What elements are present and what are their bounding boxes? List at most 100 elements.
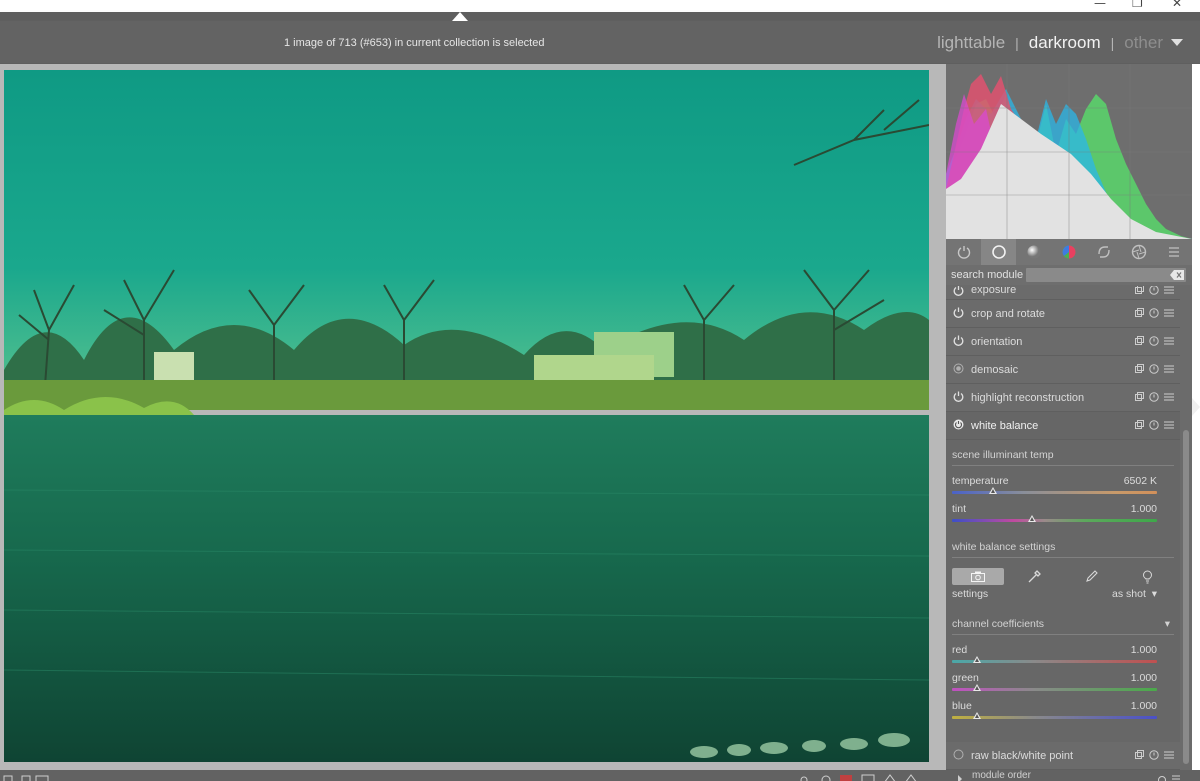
temperature-track	[952, 491, 1157, 494]
search-module-label: search module	[951, 269, 1024, 281]
blue-knob[interactable]	[972, 712, 981, 719]
view-separator: |	[1015, 35, 1019, 51]
section-scene-illuminant: scene illuminant temp	[952, 449, 1174, 466]
module-crop-and-rotate[interactable]: crop and rotate	[946, 300, 1180, 328]
temperature-knob[interactable]	[989, 487, 997, 494]
minimize-icon[interactable]: —	[1094, 0, 1106, 10]
module-header-icons	[1135, 308, 1174, 318]
camera-reference-button[interactable]	[1122, 568, 1174, 585]
maximize-icon[interactable]: ❐	[1132, 0, 1143, 10]
presets-menu-icon[interactable]	[1164, 308, 1174, 318]
module-name: orientation	[971, 336, 1023, 348]
power-icon[interactable]	[953, 286, 964, 296]
always-on-icon	[953, 749, 964, 760]
green-slider[interactable]: green 1.000	[952, 672, 1157, 698]
aperture-icon	[1132, 244, 1147, 260]
settings-value: as shot ▾	[1112, 588, 1157, 600]
section-channel-coefficients[interactable]: channel coefficients ▾	[952, 618, 1174, 635]
tab-correct-modules[interactable]	[1087, 239, 1122, 265]
reset-icon[interactable]	[1149, 336, 1159, 346]
user-modified-button[interactable]	[1065, 568, 1117, 585]
temperature-slider[interactable]: temperature 6502 K	[952, 475, 1157, 501]
blue-slider[interactable]: blue 1.000	[952, 700, 1157, 726]
presets-menu-icon[interactable]	[1164, 336, 1174, 346]
multi-instance-icon[interactable]	[1135, 750, 1144, 759]
always-on-icon	[953, 363, 964, 374]
multi-instance-icon[interactable]	[1135, 286, 1144, 294]
reset-icon[interactable]	[1149, 392, 1159, 402]
module-exposure[interactable]: exposure	[946, 286, 1180, 300]
multi-instance-icon[interactable]	[1135, 336, 1144, 345]
green-track	[952, 688, 1157, 691]
tint-slider[interactable]: tint 1.000	[952, 503, 1157, 529]
tab-active-modules[interactable]	[946, 239, 981, 265]
reset-icon[interactable]	[1149, 308, 1159, 318]
menu-icon	[1169, 247, 1180, 257]
green-knob[interactable]	[972, 684, 981, 691]
tab-base-modules[interactable]	[981, 239, 1017, 265]
multi-instance-icon[interactable]	[1135, 364, 1144, 373]
presets-menu-icon[interactable]	[1164, 392, 1174, 402]
right-panel: search module exposure crop and rotate o…	[946, 64, 1192, 770]
green-value: 1.000	[1130, 672, 1157, 684]
tab-presets-menu[interactable]	[1157, 239, 1192, 265]
presets-menu-icon[interactable]	[1164, 364, 1174, 374]
collapse-top-panel-arrow-icon[interactable]	[452, 12, 468, 21]
power-icon[interactable]	[953, 391, 964, 402]
image-canvas[interactable]	[4, 70, 929, 762]
presets-menu-icon[interactable]	[1164, 420, 1174, 430]
module-name: demosaic	[971, 364, 1019, 376]
power-on-icon[interactable]	[953, 419, 964, 430]
tab-color-modules[interactable]	[1051, 239, 1086, 265]
section-white-balance-settings: white balance settings	[952, 541, 1174, 558]
reset-icon[interactable]	[1149, 286, 1159, 295]
module-name: raw black/white point	[971, 750, 1074, 762]
power-icon[interactable]	[953, 335, 964, 346]
reset-icon[interactable]	[1149, 364, 1159, 374]
module-highlight-reconstruction[interactable]: highlight reconstruction	[946, 384, 1180, 412]
tab-tone-modules[interactable]	[1016, 239, 1051, 265]
multi-instance-icon[interactable]	[1135, 308, 1144, 317]
power-icon[interactable]	[953, 307, 964, 318]
red-knob[interactable]	[972, 656, 981, 663]
color-picker-button[interactable]	[1009, 568, 1061, 585]
view-switcher: lighttable | darkroom | other	[932, 33, 1168, 53]
settings-dropdown[interactable]: settings as shot ▾	[952, 588, 1157, 604]
module-name: highlight reconstruction	[971, 392, 1085, 404]
reset-icon[interactable]	[1149, 750, 1159, 760]
module-orientation[interactable]: orientation	[946, 328, 1180, 356]
view-lighttable[interactable]: lighttable	[937, 33, 1005, 52]
view-darkroom[interactable]: darkroom	[1029, 33, 1101, 52]
view-other[interactable]: other	[1124, 33, 1163, 52]
tint-value: 1.000	[1130, 503, 1157, 515]
window-titlebar: — ❐ ✕	[0, 0, 1200, 12]
tab-effect-modules[interactable]	[1122, 239, 1157, 265]
settings-label: settings	[952, 588, 989, 600]
right-panel-scrollbar[interactable]	[1183, 430, 1189, 764]
module-order-label[interactable]: module order	[972, 770, 1031, 781]
view-menu-arrow-icon[interactable]	[1171, 39, 1183, 46]
module-demosaic[interactable]: demosaic	[946, 356, 1180, 384]
presets-menu-icon[interactable]	[1164, 286, 1174, 295]
multi-instance-icon[interactable]	[1135, 420, 1144, 429]
module-header-icons	[1135, 364, 1174, 374]
eyedropper-icon	[1028, 570, 1042, 583]
close-icon[interactable]: ✕	[1172, 0, 1182, 10]
presets-menu-icon[interactable]	[1164, 750, 1174, 760]
reset-icon[interactable]	[1149, 420, 1159, 430]
module-header-icons	[1135, 286, 1174, 295]
tint-knob[interactable]	[1027, 515, 1036, 522]
collapse-right-panel-arrow-icon[interactable]	[1192, 398, 1200, 416]
multi-instance-icon[interactable]	[1135, 392, 1144, 401]
clear-search-icon[interactable]	[1170, 270, 1184, 280]
search-input[interactable]	[1026, 268, 1186, 282]
module-raw-black-white-point[interactable]: raw black/white point	[946, 742, 1180, 770]
module-name: crop and rotate	[971, 308, 1045, 320]
collapse-arrow-icon: ▾	[1164, 618, 1170, 630]
red-slider[interactable]: red 1.000	[952, 644, 1157, 670]
dropdown-arrow-icon: ▾	[1151, 588, 1157, 600]
module-white-balance[interactable]: white balance	[946, 412, 1180, 440]
header-bar: 1 image of 713 (#653) in current collect…	[0, 21, 1200, 63]
as-shot-button[interactable]	[952, 568, 1004, 585]
histogram[interactable]	[946, 64, 1192, 239]
